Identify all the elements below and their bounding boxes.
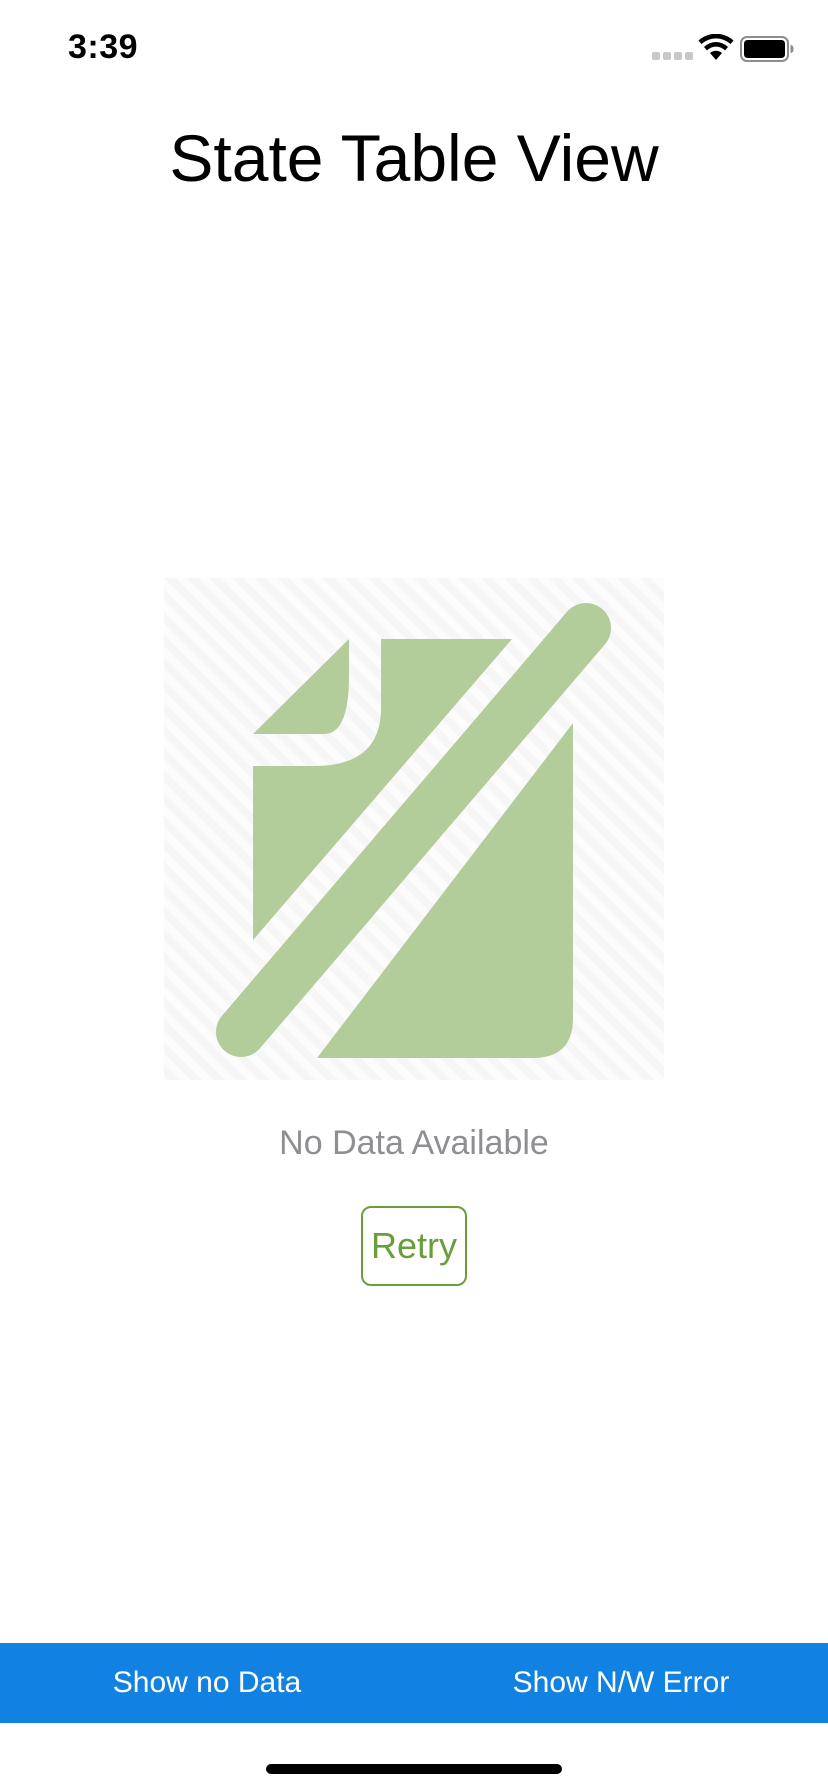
status-bar: 3:39 (0, 0, 828, 100)
signal-dots-icon (652, 52, 693, 60)
wifi-icon (698, 34, 734, 60)
battery-icon (740, 36, 794, 62)
no-data-document-icon (164, 578, 664, 1080)
home-indicator[interactable] (266, 1764, 562, 1774)
retry-button[interactable]: Retry (361, 1206, 467, 1286)
status-time: 3:39 (68, 28, 139, 66)
empty-state-message: No Data Available (279, 1124, 549, 1162)
page-title: State Table View (169, 121, 659, 195)
bottom-toolbar: Show no Data Show N/W Error (0, 1643, 828, 1723)
show-no-data-button[interactable]: Show no Data (0, 1643, 414, 1723)
show-network-error-button[interactable]: Show N/W Error (414, 1643, 828, 1723)
